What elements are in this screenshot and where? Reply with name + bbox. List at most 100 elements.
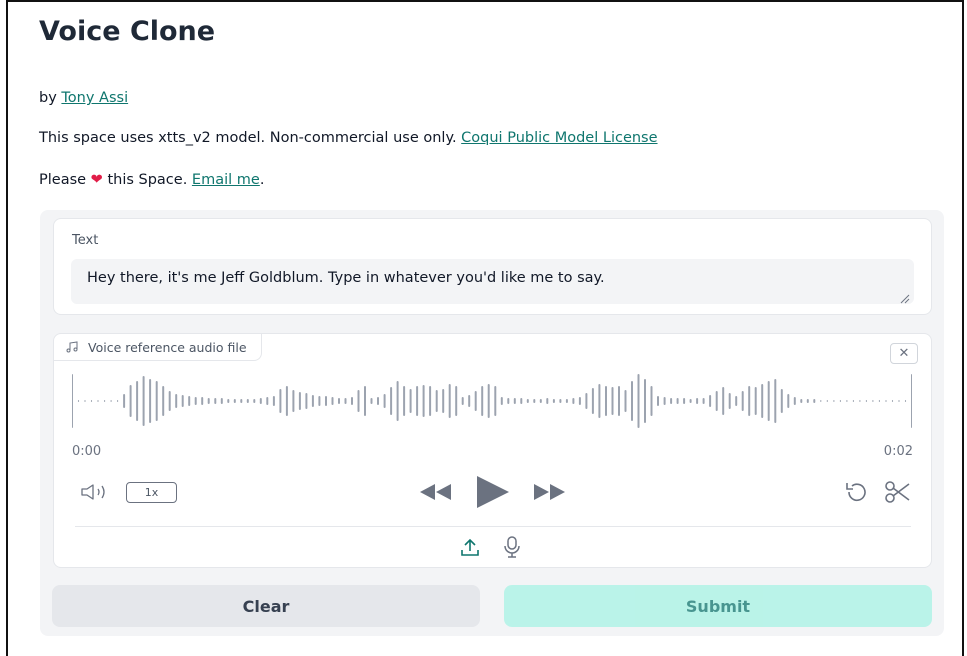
waveform-bar [97, 400, 99, 402]
waveform-bar [253, 399, 256, 403]
waveform-bar [767, 381, 770, 421]
waveform-bar [572, 398, 575, 404]
clear-button[interactable]: Clear [52, 585, 480, 627]
waveform-bar [201, 397, 204, 405]
waveform-bar [448, 384, 451, 418]
audio-label: Voice reference audio file [88, 339, 247, 355]
waveform-bar [761, 384, 764, 418]
audio-component: Voice reference audio file ✕ 0:00 0:02 1… [53, 333, 932, 568]
waveform-bar [311, 395, 314, 407]
waveform-bar [318, 396, 321, 406]
waveform-bar [468, 395, 471, 407]
waveform-bar [194, 397, 197, 405]
page-title: Voice Clone [39, 16, 216, 47]
waveform-bar [780, 389, 783, 413]
close-button[interactable]: ✕ [890, 343, 918, 364]
waveform-bar [351, 397, 353, 405]
waveform-bar [136, 381, 139, 421]
speed-button[interactable]: 1x [126, 482, 177, 503]
waveform[interactable] [72, 372, 912, 430]
waveform-bar [728, 393, 731, 409]
waveform-bar [676, 398, 679, 404]
upload-icon[interactable] [460, 537, 480, 557]
waveform-bar [702, 398, 705, 404]
license-link[interactable]: Coqui Public Model License [461, 130, 657, 146]
waveform-bar [298, 392, 301, 410]
waveform-bar [513, 398, 516, 404]
waveform-bar [546, 398, 549, 404]
waveform-bar [266, 397, 269, 405]
waveform-bar [383, 394, 386, 408]
waveform-bar [123, 394, 126, 408]
waveform-bar [891, 400, 894, 402]
waveform-bar [409, 389, 412, 413]
waveform-bar [292, 390, 295, 412]
waveform-bar [670, 398, 673, 404]
waveform-bar [591, 388, 594, 414]
waveform-bar [683, 398, 686, 404]
waveform-bar [852, 400, 854, 402]
close-icon: ✕ [898, 346, 910, 361]
author-link[interactable]: Tony Assi [61, 90, 128, 106]
fast-forward-icon[interactable] [532, 482, 568, 502]
waveform-bar [650, 386, 653, 416]
waveform-bar [735, 396, 738, 406]
email-link[interactable]: Email me [192, 172, 260, 188]
playback-controls: 1x [54, 474, 931, 510]
waveform-bar [77, 400, 80, 402]
waveform-bar [526, 399, 529, 403]
waveform-bar [911, 374, 912, 428]
waveform-bar [84, 400, 86, 402]
waveform-bar [878, 400, 880, 402]
waveform-bar [305, 393, 308, 409]
volume-icon[interactable] [80, 483, 114, 501]
rewind-icon[interactable] [418, 482, 454, 502]
please-suffix: this Space. [107, 172, 188, 188]
waveform-bar [820, 400, 822, 402]
waveform-bar [663, 397, 666, 405]
waveform-bar [442, 389, 445, 413]
microphone-icon[interactable] [503, 536, 521, 558]
resize-handle-icon[interactable] [900, 294, 910, 304]
waveform-bar [507, 398, 510, 404]
waveform-bar [207, 398, 210, 404]
waveform-bar [175, 394, 178, 408]
waveform-bar [826, 400, 828, 402]
waveform-bar [605, 386, 607, 416]
waveform-bar [344, 398, 347, 404]
waveform-bar [885, 400, 887, 402]
waveform-bar [117, 400, 119, 402]
waveform-bar [188, 396, 191, 406]
waveform-bar [487, 384, 490, 418]
waveform-bar [787, 394, 790, 408]
submit-button[interactable]: Submit [504, 585, 932, 627]
waveform-bar [585, 393, 588, 409]
waveform-bar [390, 387, 393, 415]
text-input[interactable]: Hey there, it's me Jeff Goldblum. Type i… [71, 259, 914, 304]
waveform-bar [806, 399, 809, 403]
waveform-bar [500, 397, 503, 405]
waveform-bar [865, 400, 867, 402]
waveform-bar [155, 381, 158, 421]
waveform-bar [481, 386, 484, 416]
please-line: Please ❤ this Space. Email me. [39, 172, 264, 188]
undo-icon[interactable] [844, 481, 870, 503]
waveform-bar [129, 385, 132, 417]
scissors-icon[interactable] [884, 480, 912, 504]
waveform-bar [240, 399, 243, 403]
waveform-bar [800, 399, 803, 403]
waveform-bar [162, 386, 165, 416]
waveform-bar [559, 399, 562, 403]
play-icon[interactable] [475, 475, 511, 509]
waveform-bar [859, 400, 861, 402]
waveform-bar [396, 381, 399, 421]
waveform-bar [325, 396, 327, 406]
waveform-bar [259, 398, 262, 404]
waveform-bar [338, 398, 340, 404]
waveform-bar [533, 399, 536, 403]
time-end: 0:02 [883, 444, 913, 459]
text-block: Text Hey there, it's me Jeff Goldblum. T… [53, 218, 932, 315]
waveform-bar [774, 379, 777, 423]
waveform-bar [279, 389, 282, 413]
waveform-bar [227, 399, 230, 403]
